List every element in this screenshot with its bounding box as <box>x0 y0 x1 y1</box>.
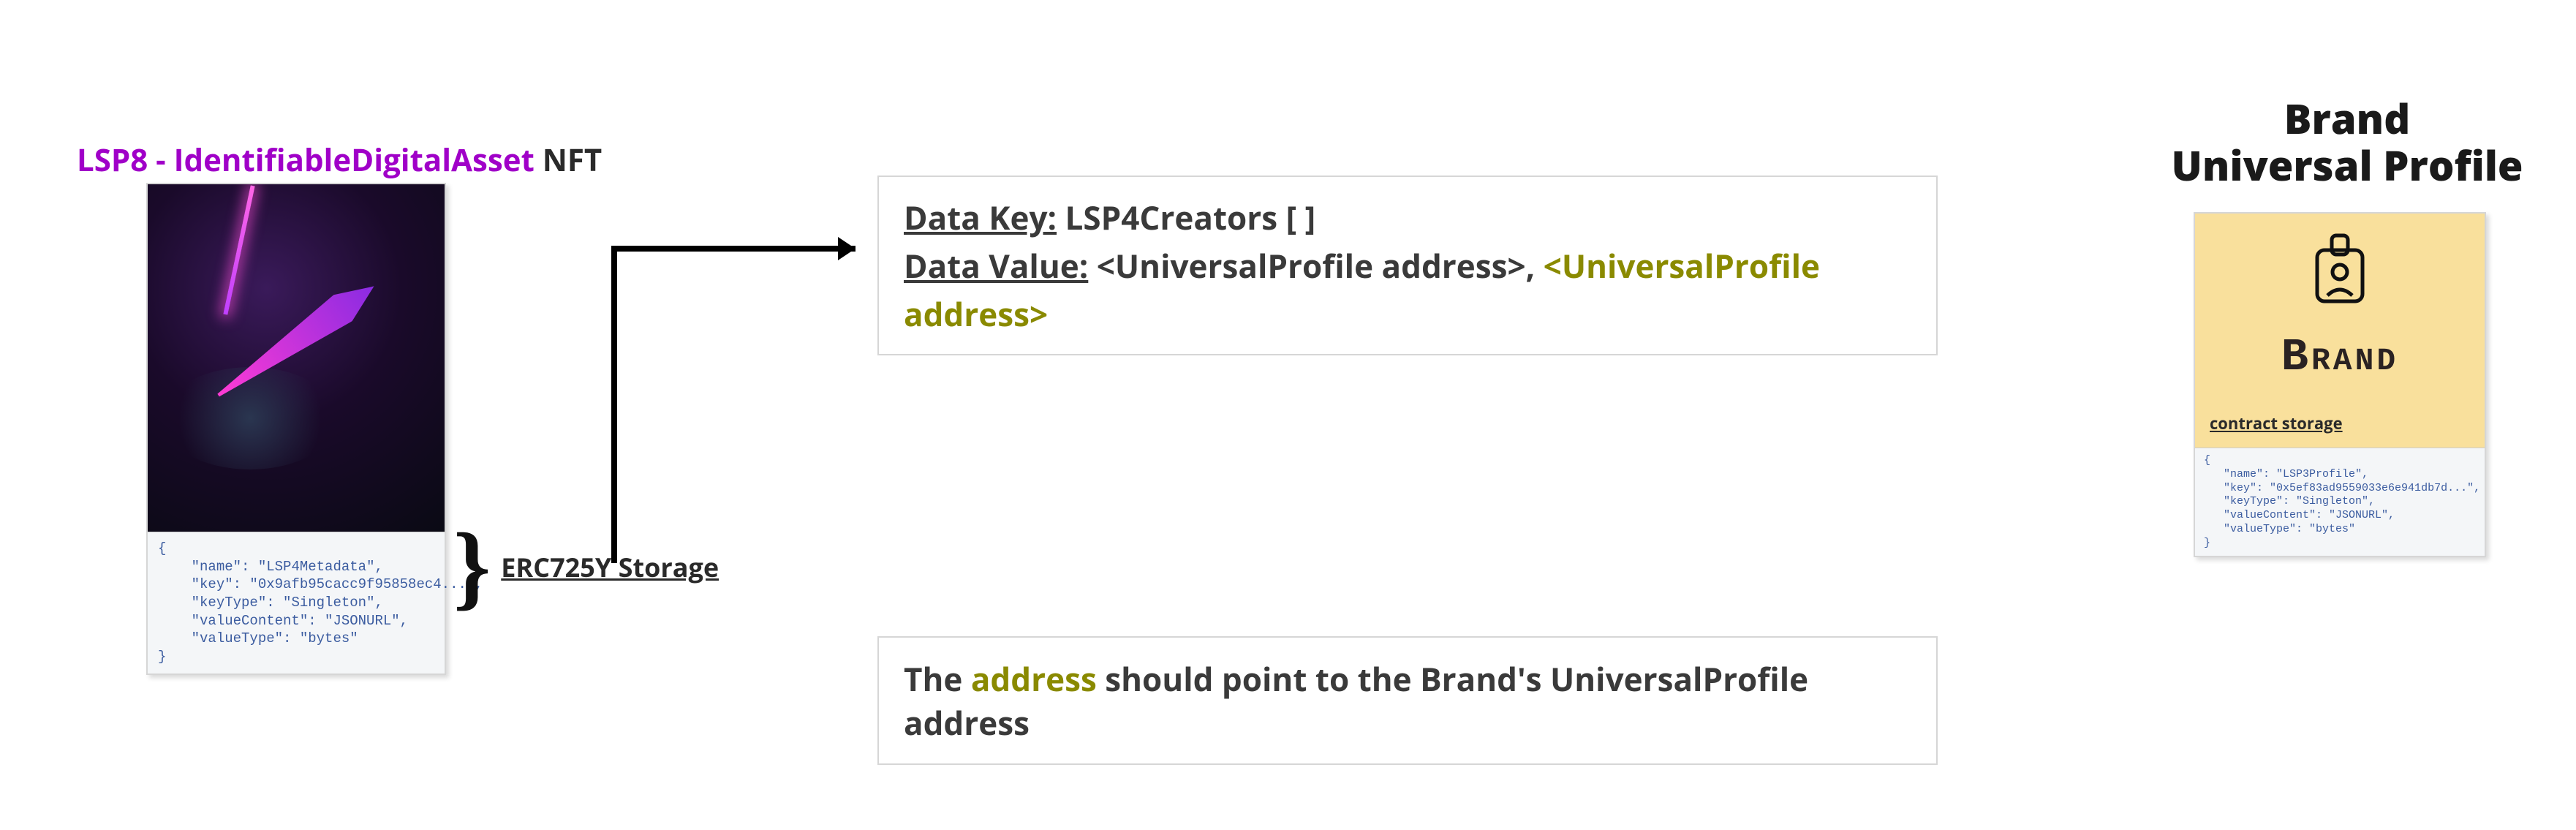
nft-json-valuetype: bytes <box>308 630 350 646</box>
data-key-value: LSP4Creators [ ] <box>1057 195 1315 239</box>
brand-card: Brand contract storage { "name": "LSP3Pr… <box>2194 212 2486 557</box>
hint-box: The address should point to the Brand's … <box>877 636 1938 765</box>
smoke-cloud <box>162 367 338 469</box>
nft-json-key: 0x9afb95cacc9f95858ec4... <box>258 576 467 592</box>
nft-json-name: LSP4Metadata <box>266 559 366 575</box>
data-key-row: Data Key: LSP4Creators [ ] <box>904 193 1911 241</box>
hint-1: The <box>904 657 971 701</box>
nft-card: { "name": "LSP4Metadata", "key": "0x9afb… <box>146 183 446 675</box>
nft-image <box>148 184 445 532</box>
brand-json-keytype: Singleton <box>2303 495 2362 508</box>
data-value-1: <UniversalProfile address>, <box>1088 244 1543 287</box>
id-badge-icon <box>2311 233 2368 306</box>
nft-title-prefix: LSP8 - IdentifiableDigitalAsset <box>77 139 535 181</box>
arrow-icon <box>585 212 877 570</box>
contract-storage-label: contract storage <box>2210 412 2470 434</box>
brand-json-valuecontent: JSONURL <box>2335 509 2382 521</box>
nft-json-valuecontent: JSONURL <box>333 613 391 629</box>
lightning-bolt <box>223 185 254 314</box>
brand-title-line2: Universal Profile <box>2164 142 2530 189</box>
hint-em: address <box>971 657 1097 701</box>
brand-name: Brand <box>2210 331 2470 383</box>
data-key-label: Data Key: <box>904 195 1057 239</box>
brand-card-top: Brand contract storage <box>2195 214 2485 448</box>
brand-title-line1: Brand <box>2164 95 2530 142</box>
data-box: Data Key: LSP4Creators [ ] Data Value: <… <box>877 176 1938 355</box>
nft-json-keytype: Singleton <box>291 595 366 611</box>
brand-json-key: 0x5ef83ad9559033e6e941db7d... <box>2276 482 2467 494</box>
brand-json-valuetype: bytes <box>2316 523 2349 535</box>
nft-json-block: { "name": "LSP4Metadata", "key": "0x9afb… <box>148 532 445 674</box>
brand-json-name: LSP3Profile <box>2283 468 2355 480</box>
data-value-label: Data Value: <box>904 244 1088 287</box>
curly-brace-icon: } <box>453 534 491 600</box>
brand-title: Brand Universal Profile <box>2164 95 2530 189</box>
storage-label-group: } ERC725Y Storage <box>453 534 719 600</box>
storage-label: ERC725Y Storage <box>501 549 719 585</box>
brand-json-block: { "name": "LSP3Profile", "key": "0x5ef83… <box>2195 448 2485 556</box>
nft-title-suffix: NFT <box>535 139 602 181</box>
nft-title: LSP8 - IdentifiableDigitalAsset NFT <box>77 139 602 181</box>
data-value-row: Data Value: <UniversalProfile address>, … <box>904 241 1911 338</box>
